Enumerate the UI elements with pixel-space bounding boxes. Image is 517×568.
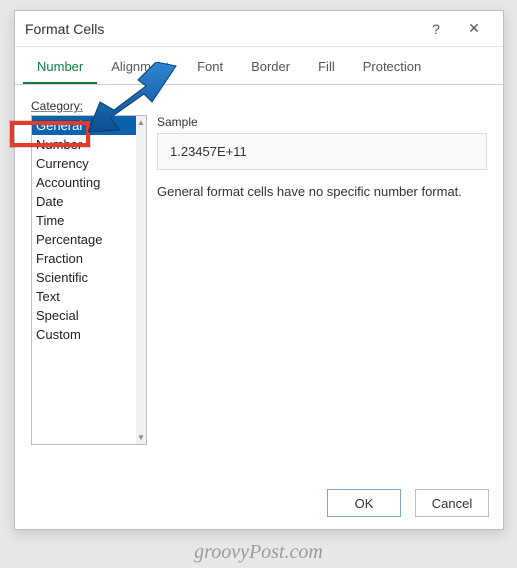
scroll-up-icon: ▲	[137, 118, 145, 127]
category-item-general[interactable]: General	[32, 116, 136, 135]
tab-number[interactable]: Number	[23, 51, 97, 84]
category-item-percentage[interactable]: Percentage	[32, 230, 136, 249]
ok-button-label: OK	[355, 496, 374, 511]
category-item-text[interactable]: Text	[32, 287, 136, 306]
tab-protection[interactable]: Protection	[349, 51, 436, 84]
watermark: groovyPost.com	[194, 541, 323, 564]
tab-strip: Number Alignment Font Border Fill Protec…	[15, 47, 503, 85]
category-item-currency[interactable]: Currency	[32, 154, 136, 173]
right-panel: Sample 1.23457E+11 General format cells …	[157, 115, 487, 445]
sample-value: 1.23457E+11	[157, 133, 487, 170]
help-button[interactable]: ?	[417, 14, 455, 44]
category-listbox-items: General Number Currency Accounting Date …	[32, 116, 136, 344]
close-icon: ✕	[468, 20, 480, 37]
tab-fill[interactable]: Fill	[304, 51, 349, 84]
listbox-scrollbar[interactable]: ▲ ▼	[136, 116, 146, 444]
dialog-title: Format Cells	[25, 21, 417, 37]
format-description: General format cells have no specific nu…	[157, 184, 487, 199]
dialog-body: Category: General Number Currency Accoun…	[15, 85, 503, 479]
category-item-fraction[interactable]: Fraction	[32, 249, 136, 268]
category-listbox[interactable]: General Number Currency Accounting Date …	[31, 115, 147, 445]
category-item-time[interactable]: Time	[32, 211, 136, 230]
close-button[interactable]: ✕	[455, 14, 493, 44]
category-item-custom[interactable]: Custom	[32, 325, 136, 344]
scroll-down-icon: ▼	[137, 433, 145, 442]
sample-label: Sample	[157, 115, 487, 129]
category-item-scientific[interactable]: Scientific	[32, 268, 136, 287]
category-item-special[interactable]: Special	[32, 306, 136, 325]
dialog-footer: OK Cancel	[327, 489, 489, 517]
cancel-button-label: Cancel	[432, 496, 472, 511]
ok-button[interactable]: OK	[327, 489, 401, 517]
category-listbox-wrap: General Number Currency Accounting Date …	[31, 115, 147, 445]
content-row: General Number Currency Accounting Date …	[31, 115, 487, 445]
tab-border[interactable]: Border	[237, 51, 304, 84]
tab-font[interactable]: Font	[183, 51, 237, 84]
cancel-button[interactable]: Cancel	[415, 489, 489, 517]
help-icon: ?	[432, 21, 440, 37]
category-item-number[interactable]: Number	[32, 135, 136, 154]
category-item-date[interactable]: Date	[32, 192, 136, 211]
category-label: Category:	[31, 99, 487, 113]
tab-alignment[interactable]: Alignment	[97, 51, 183, 84]
titlebar: Format Cells ? ✕	[15, 11, 503, 47]
category-item-accounting[interactable]: Accounting	[32, 173, 136, 192]
format-cells-dialog: Format Cells ? ✕ Number Alignment Font B…	[14, 10, 504, 530]
